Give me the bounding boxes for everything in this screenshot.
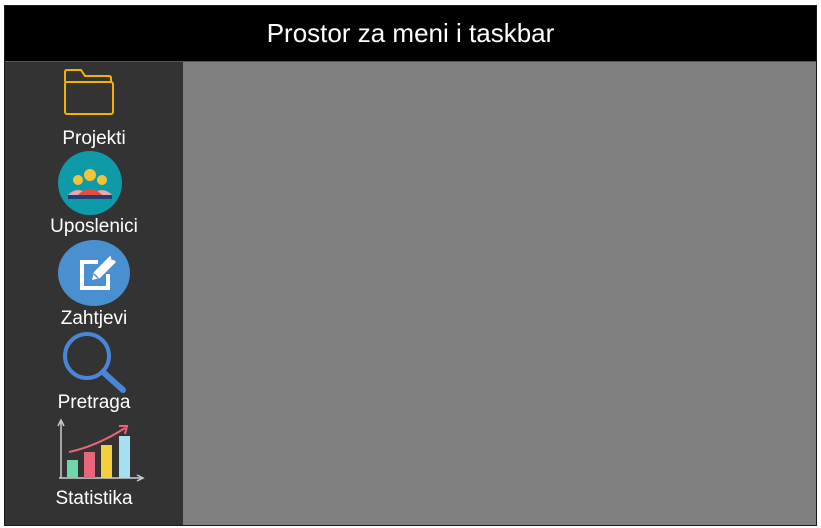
sidebar-item-projekti[interactable]: Projekti [5,68,183,149]
sidebar-item-label: Uposlenici [50,216,138,237]
top-bar-title: Prostor za meni i taskbar [266,18,555,48]
sidebar-item-zahtjevi[interactable]: Zahtjevi [5,240,183,330]
sidebar-item-uposlenici[interactable]: Uposlenici [5,150,183,238]
top-bar: Prostor za meni i taskbar [5,6,816,62]
app-window: Prostor za meni i taskbar Projekti Uposl… [4,5,817,526]
sidebar: Projekti Uposlenici Zahtjevi Pretraga St… [5,62,183,525]
sidebar-item-statistika[interactable]: Statistika [5,416,183,509]
sidebar-item-label: Statistika [55,488,133,509]
edit-request-icon [58,240,130,306]
sidebar-item-label: Projekti [62,128,126,149]
sidebar-item-label: Pretraga [57,392,131,413]
folder-icon [64,69,114,115]
magnifier-icon [63,332,126,393]
team-icon [58,151,122,215]
sidebar-item-pretraga[interactable]: Pretraga [5,332,183,413]
content-area [183,62,816,525]
sidebar-item-label: Zahtjevi [60,308,128,329]
bar-chart-icon [57,418,145,482]
